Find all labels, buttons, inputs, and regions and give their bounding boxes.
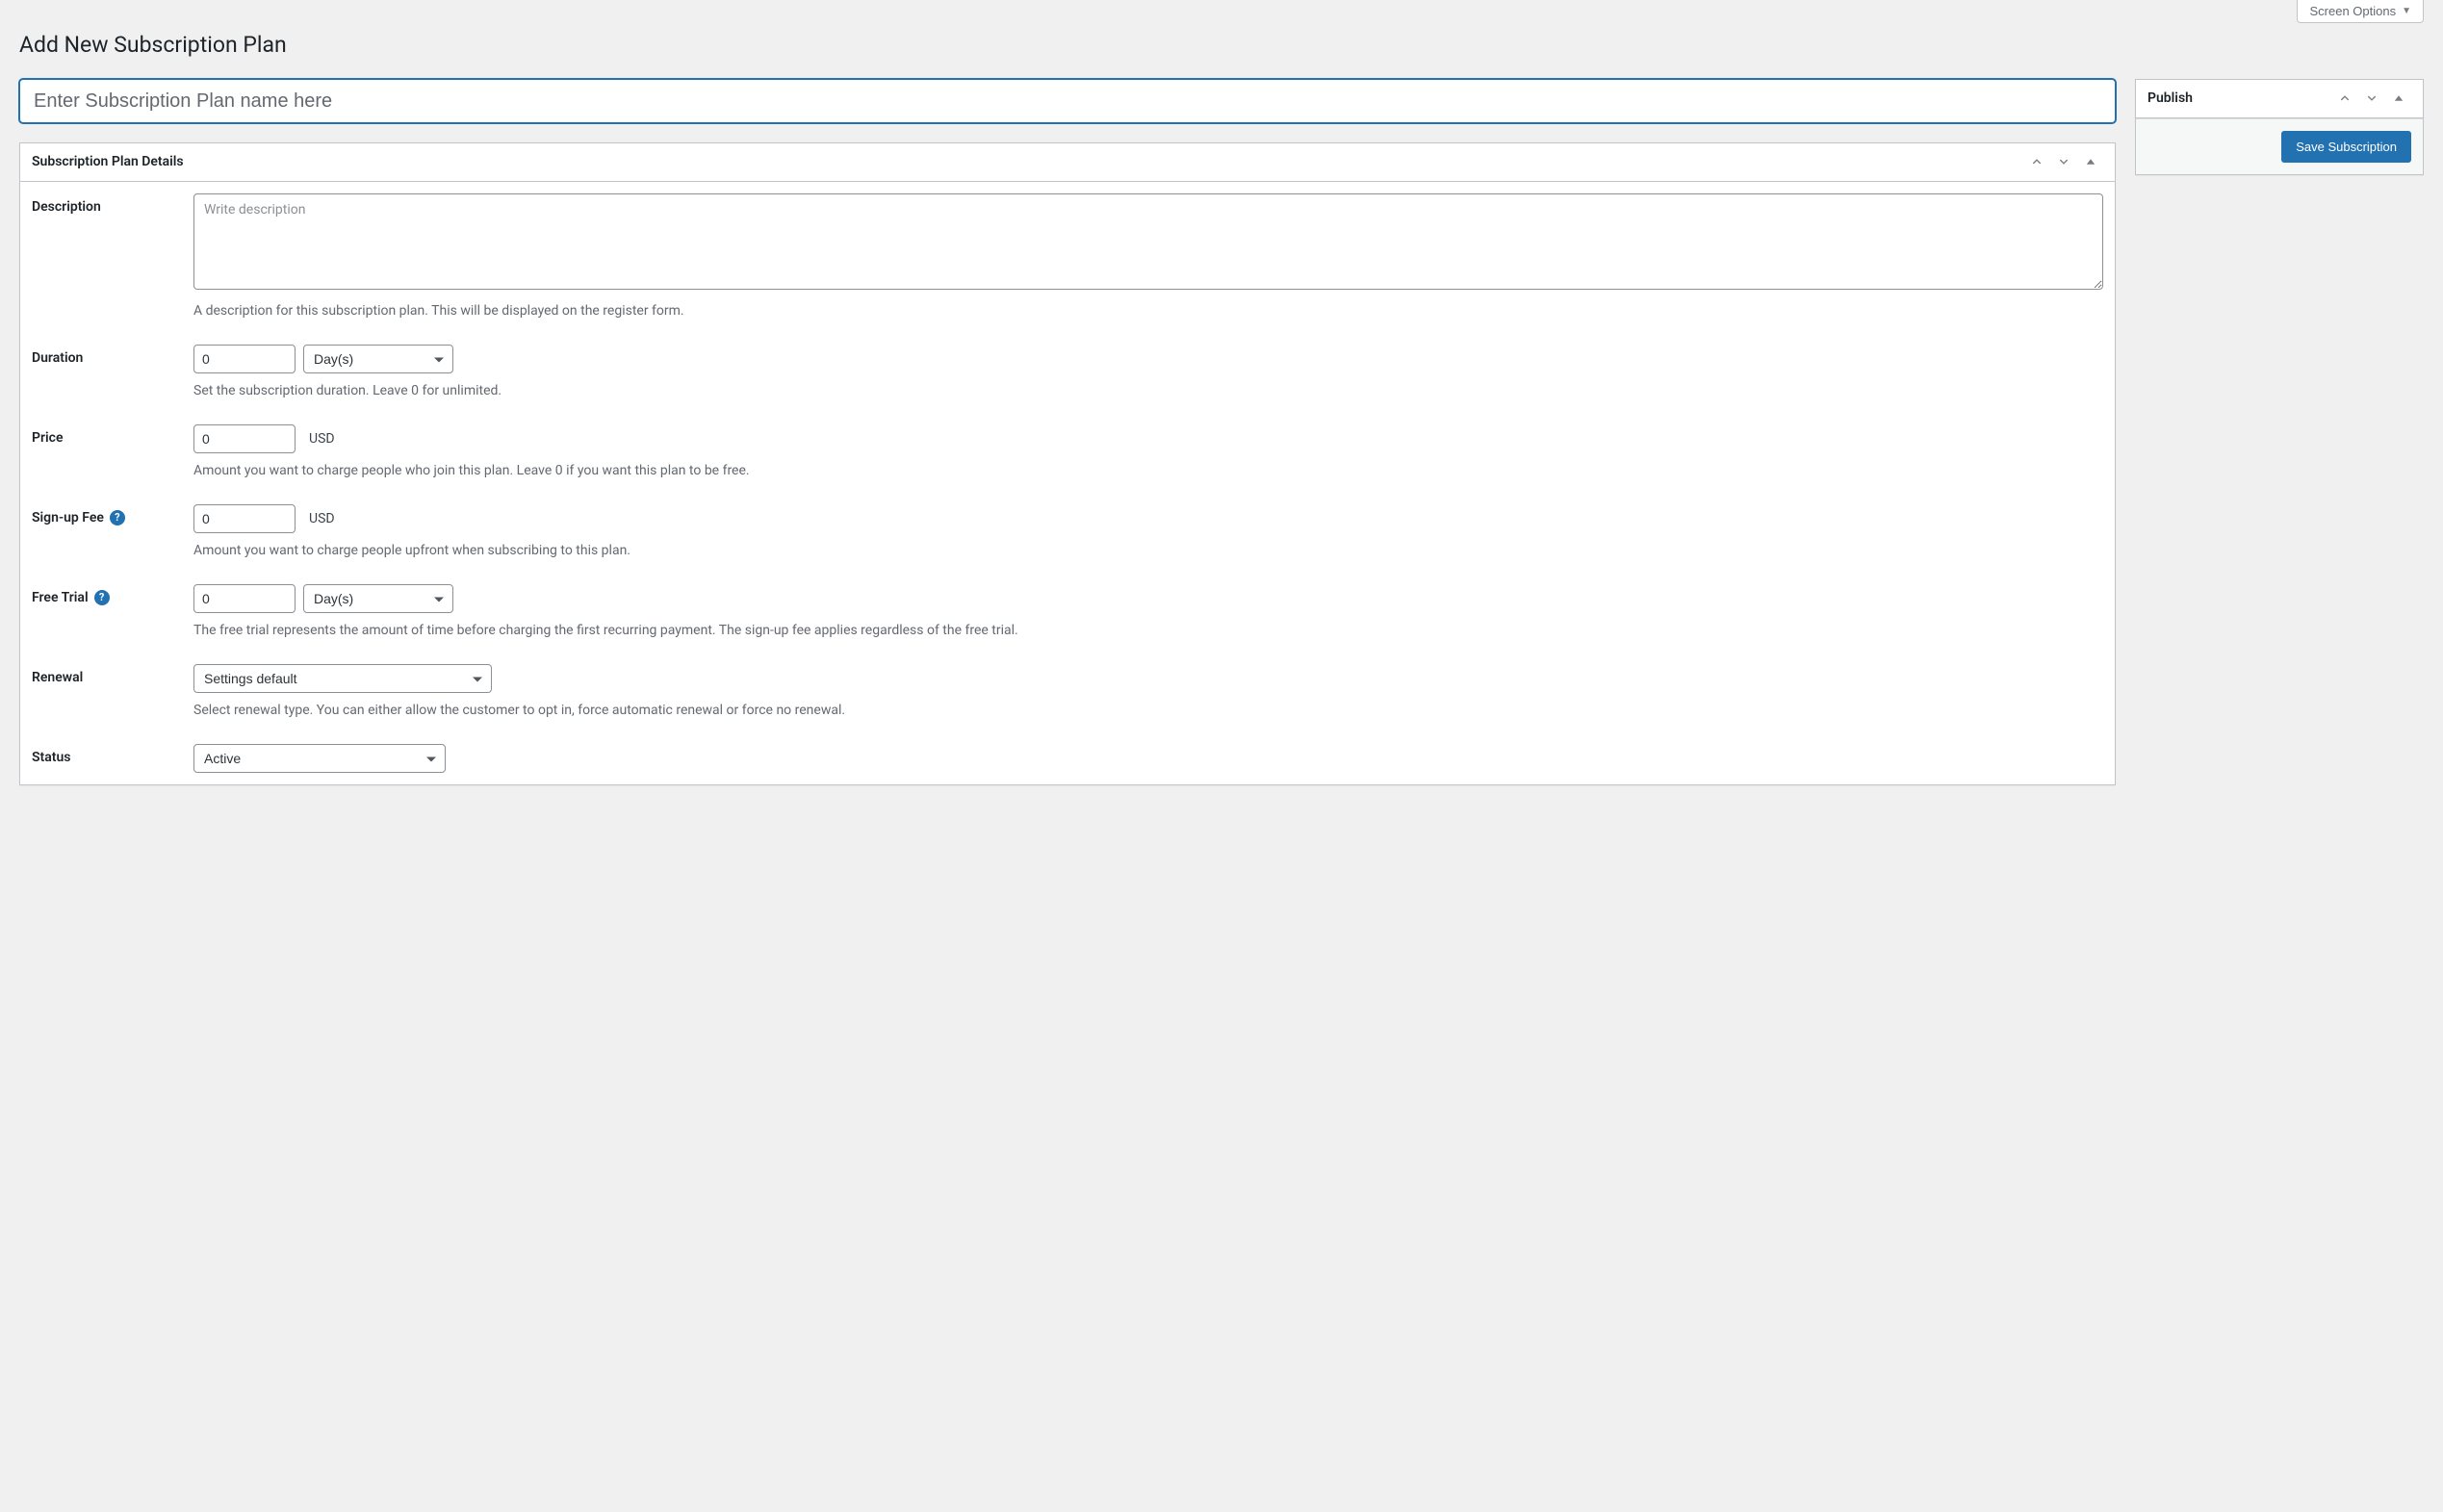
publish-panel-title: Publish	[2147, 90, 2193, 106]
chevron-down-icon: ▼	[2402, 6, 2411, 16]
renewal-select[interactable]: Settings default	[193, 664, 492, 693]
duration-help: Set the subscription duration. Leave 0 f…	[193, 381, 2103, 401]
help-icon[interactable]: ?	[110, 510, 125, 525]
duration-label: Duration	[32, 345, 193, 366]
toggle-panel-button[interactable]	[2386, 86, 2411, 111]
signup-fee-currency: USD	[309, 511, 335, 526]
publish-panel-header: Publish	[2136, 80, 2423, 118]
price-label: Price	[32, 424, 193, 446]
screen-options-label: Screen Options	[2309, 4, 2396, 18]
publish-panel: Publish Save Subscription	[2135, 79, 2424, 176]
screen-options-button[interactable]: Screen Options ▼	[2297, 0, 2424, 23]
details-panel-header: Subscription Plan Details	[20, 143, 2115, 182]
signup-fee-help: Amount you want to charge people upfront…	[193, 541, 2103, 561]
duration-input[interactable]	[193, 345, 296, 373]
details-panel: Subscription Plan Details Descript	[19, 142, 2116, 785]
help-icon[interactable]: ?	[94, 590, 110, 605]
chevron-up-icon	[2030, 155, 2044, 168]
chevron-down-icon	[2365, 91, 2379, 105]
free-trial-unit-select[interactable]: Day(s)	[303, 584, 453, 613]
price-help: Amount you want to charge people who joi…	[193, 461, 2103, 481]
plan-name-input[interactable]	[19, 79, 2116, 123]
chevron-up-icon	[2338, 91, 2352, 105]
duration-unit-select[interactable]: Day(s)	[303, 345, 453, 373]
free-trial-label: Free Trial ?	[32, 584, 193, 605]
move-up-button[interactable]	[2024, 149, 2049, 174]
description-textarea[interactable]	[193, 193, 2103, 290]
renewal-help: Select renewal type. You can either allo…	[193, 701, 2103, 721]
price-currency: USD	[309, 431, 335, 447]
move-down-button[interactable]	[2051, 149, 2076, 174]
triangle-up-icon	[2084, 155, 2097, 168]
free-trial-input[interactable]	[193, 584, 296, 613]
details-panel-actions	[2024, 149, 2103, 174]
move-up-button[interactable]	[2332, 86, 2357, 111]
description-label: Description	[32, 193, 193, 215]
signup-fee-label: Sign-up Fee ?	[32, 504, 193, 525]
publish-panel-actions	[2332, 86, 2411, 111]
move-down-button[interactable]	[2359, 86, 2384, 111]
renewal-label: Renewal	[32, 664, 193, 685]
chevron-down-icon	[2057, 155, 2070, 168]
price-input[interactable]	[193, 424, 296, 453]
free-trial-label-text: Free Trial	[32, 590, 89, 605]
page-title: Add New Subscription Plan	[19, 31, 2424, 60]
details-panel-title: Subscription Plan Details	[32, 154, 184, 169]
status-label: Status	[32, 744, 193, 765]
toggle-panel-button[interactable]	[2078, 149, 2103, 174]
description-help: A description for this subscription plan…	[193, 301, 2103, 321]
triangle-up-icon	[2392, 91, 2405, 105]
save-subscription-button[interactable]: Save Subscription	[2281, 131, 2411, 164]
free-trial-help: The free trial represents the amount of …	[193, 621, 2103, 641]
signup-fee-input[interactable]	[193, 504, 296, 533]
status-select[interactable]: Active	[193, 744, 446, 773]
signup-fee-label-text: Sign-up Fee	[32, 510, 104, 525]
